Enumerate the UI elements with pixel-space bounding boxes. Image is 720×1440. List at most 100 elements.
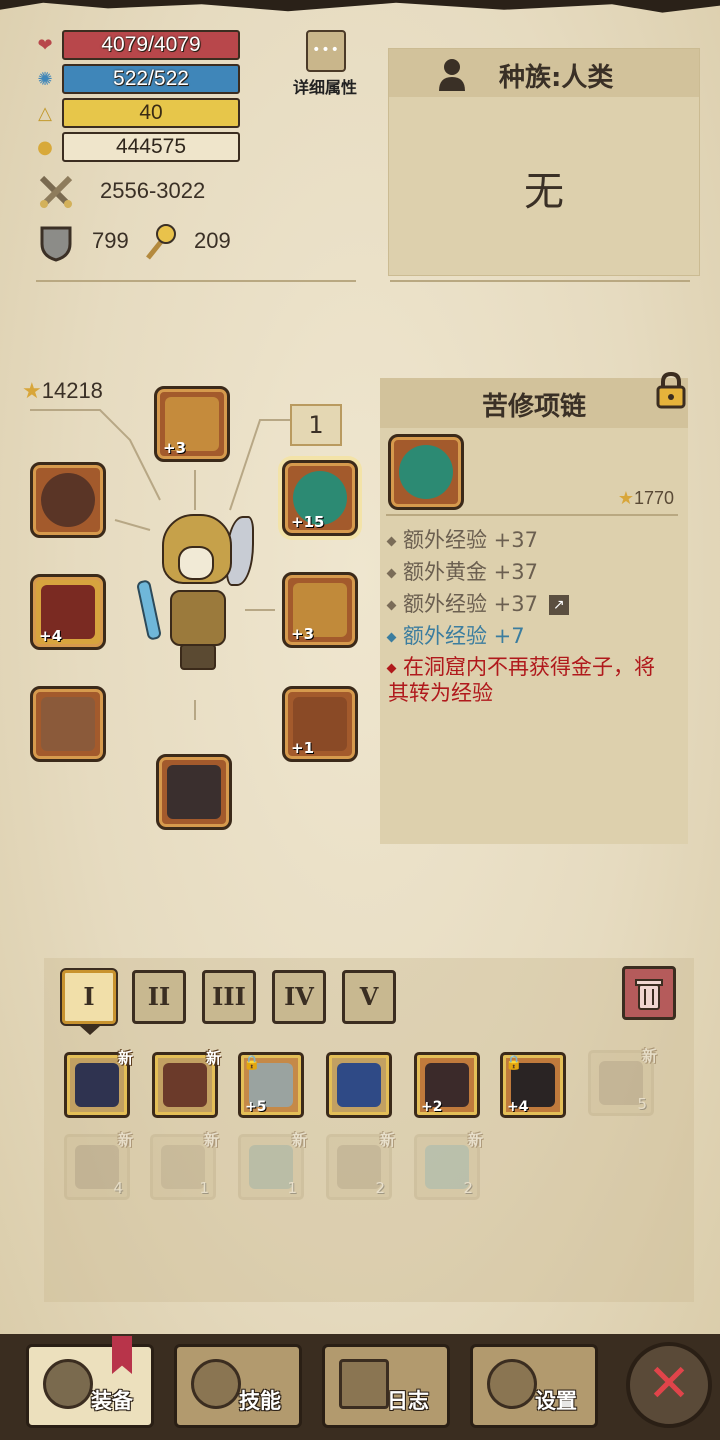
- heart-icon: ❤: [37, 35, 53, 56]
- new-tag: 新: [117, 1049, 133, 1067]
- inventory-slot[interactable]: 新 2: [326, 1131, 395, 1200]
- attr-row-special: 在洞窟内不再获得金子，将其转为经验: [386, 654, 658, 706]
- bullet-icon: [386, 663, 397, 673]
- attr-text: 在洞窟内不再获得金子，将其转为经验: [388, 655, 655, 705]
- trash-button[interactable]: [622, 966, 676, 1020]
- attr-text: 额外黄金 +37: [403, 560, 538, 584]
- attr-text: 额外经验 +37: [403, 528, 538, 552]
- nav-skills-button[interactable]: 技能: [174, 1344, 302, 1428]
- new-tag: 新: [205, 1049, 221, 1067]
- gauntlet-icon: [41, 697, 95, 751]
- inventory-slot[interactable]: [326, 1052, 392, 1118]
- race-panel: 种族:人类 无: [388, 48, 700, 276]
- upgrade-arrow-icon: ↗: [548, 595, 569, 615]
- equip-slot-helmet[interactable]: +3: [154, 386, 230, 462]
- count-tag: 1: [199, 1179, 209, 1197]
- level-row: △ 40: [34, 98, 240, 128]
- attr-text: 额外经验 +37: [403, 592, 538, 616]
- tab-3[interactable]: III: [202, 970, 256, 1024]
- crossed-swords-icon: [39, 175, 73, 209]
- inventory-slot[interactable]: 新 1: [238, 1131, 307, 1200]
- nav-settings-label: 设置: [535, 1389, 577, 1413]
- attr-row: 额外经验 +7: [386, 620, 525, 650]
- inventory-slot[interactable]: 🔒 +5: [238, 1052, 304, 1118]
- stone-material-icon: [249, 1145, 293, 1189]
- divider-left: [36, 280, 356, 282]
- active-tab-arrow: [80, 1026, 100, 1035]
- gear-icon: [487, 1359, 537, 1409]
- bracer-plus: +4: [39, 627, 63, 645]
- bullet-icon: [386, 632, 397, 642]
- new-tag: 新: [379, 1131, 395, 1149]
- gold-bar: 444575: [62, 132, 240, 162]
- detail-box-icon: •••: [306, 30, 346, 72]
- gold-coins-icon: ●: [37, 137, 53, 158]
- item-header: 苦修项链: [380, 371, 688, 428]
- inventory-slot[interactable]: 新 4: [64, 1131, 133, 1200]
- lock-icon[interactable]: [654, 370, 688, 410]
- inventory-slot[interactable]: +2: [414, 1052, 480, 1118]
- inventory-slot[interactable]: 新: [64, 1049, 133, 1118]
- hp-bar: 4079/4079: [62, 30, 240, 60]
- item-star-icon: ★: [617, 488, 634, 508]
- equip-slot-gauntlet[interactable]: [30, 686, 106, 762]
- new-tag: 新: [467, 1131, 483, 1149]
- bullet-icon: [386, 568, 397, 578]
- attr-row: 额外经验 +37: [386, 524, 538, 554]
- magic-value: 209: [194, 228, 231, 253]
- tab-4[interactable]: IV: [272, 970, 326, 1024]
- item-title: 苦修项链: [481, 392, 586, 422]
- equip-slot-necklace[interactable]: +15: [282, 460, 358, 536]
- equip-slot-boots[interactable]: [156, 754, 232, 830]
- boots-icon: [167, 765, 221, 819]
- skill-burst-icon: [191, 1359, 241, 1409]
- inventory-slot[interactable]: 新 5: [588, 1047, 657, 1116]
- tab-2[interactable]: II: [132, 970, 186, 1024]
- count-tag: 4: [113, 1179, 123, 1197]
- magic-staff-icon: [146, 224, 176, 260]
- close-button[interactable]: ✕: [626, 1342, 712, 1428]
- pickaxe-icon: [599, 1061, 643, 1105]
- gold-row: ● 444575: [34, 132, 240, 162]
- inventory-slot[interactable]: 新: [152, 1049, 221, 1118]
- count-tag: 2: [463, 1179, 473, 1197]
- mp-row: ✺ 522/522: [34, 64, 240, 94]
- nav-log-label: 日志: [387, 1389, 429, 1413]
- bullet-icon: [386, 600, 397, 610]
- count-tag: 2: [375, 1179, 385, 1197]
- new-tag: 新: [203, 1131, 219, 1149]
- tab-1[interactable]: I: [62, 970, 116, 1024]
- fiber-material-icon: [161, 1145, 205, 1189]
- necklace-plus: +15: [291, 513, 325, 531]
- nav-equip-button[interactable]: 装备: [26, 1344, 154, 1428]
- nav-settings-button[interactable]: 设置: [470, 1344, 598, 1428]
- attr-row: 额外黄金 +37: [386, 556, 538, 586]
- equip-slot-bracer[interactable]: +4: [30, 574, 106, 650]
- inventory-slot[interactable]: 新 1: [150, 1131, 219, 1200]
- divider-right: [390, 280, 690, 282]
- attack-value: 2556-3022: [100, 178, 206, 203]
- item-stars-value: 1770: [633, 488, 674, 508]
- new-tag: 新: [641, 1047, 657, 1065]
- attr-text: 额外经验 +7: [403, 624, 525, 648]
- equip-slot-whip[interactable]: [30, 462, 106, 538]
- inventory-slot[interactable]: 新 2: [414, 1131, 483, 1200]
- hero-body: [170, 590, 226, 646]
- fin-material-icon: [425, 1145, 469, 1189]
- pants-icon: [75, 1063, 119, 1107]
- plus-tag: +5: [245, 1099, 267, 1115]
- item-preview-slot: [388, 434, 464, 510]
- detail-attributes-button[interactable]: ••• 详细属性: [290, 30, 360, 100]
- nav-log-button[interactable]: 日志: [322, 1344, 450, 1428]
- inventory-slot[interactable]: 🔒 +4: [500, 1052, 566, 1118]
- race-header: 种族:人类: [389, 49, 699, 97]
- chest-material-icon: [75, 1145, 119, 1189]
- lock-small-icon: 🔒: [243, 1055, 261, 1071]
- necklace-preview-icon: [399, 445, 453, 499]
- equip-slot-belt[interactable]: +1: [282, 686, 358, 762]
- level-triangle-icon: △: [38, 103, 52, 124]
- equip-slot-armor[interactable]: +3: [282, 572, 358, 648]
- count-tag: 5: [637, 1095, 647, 1113]
- amulet-icon: [337, 1063, 381, 1107]
- tab-5[interactable]: V: [342, 970, 396, 1024]
